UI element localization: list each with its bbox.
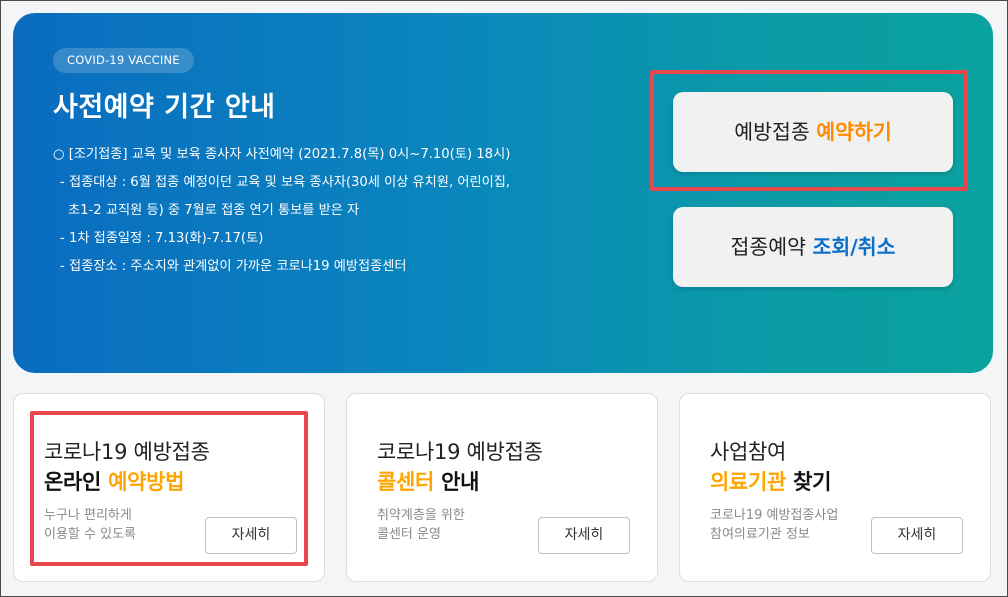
- lookup-cancel-button[interactable]: 접종예약 조회/취소: [673, 207, 953, 287]
- info-line: - 접종대상 : 6월 접종 예정이던 교육 및 보육 종사자(30세 이상 유…: [60, 175, 511, 190]
- card-title-text: 찾기: [786, 470, 832, 494]
- details-button[interactable]: 자세히: [538, 517, 630, 554]
- lookup-button-highlight: 조회/취소: [812, 235, 896, 259]
- page-title: 사전예약 기간 안내: [53, 92, 276, 123]
- online-reservation-highlight-box: [30, 411, 308, 566]
- card-title-line1: 코로나19 예방접종: [377, 440, 543, 464]
- card-description-line: 참여의료기관 정보: [710, 527, 810, 542]
- card-description: 코로나19 예방접종사업 참여의료기관 정보: [710, 506, 838, 544]
- details-button[interactable]: 자세히: [871, 517, 963, 554]
- info-line: ○ [조기접종] 교육 및 보육 종사자 사전예약 (2021.7.8(목) 0…: [53, 147, 511, 162]
- card-description-line: 콜센터 운영: [377, 527, 441, 542]
- card-description: 취약계층을 위한 콜센터 운영: [377, 506, 465, 544]
- info-line: - 1차 접종일정 : 7.13(화)-7.17(토): [60, 231, 264, 246]
- card-title-line2: 콜센터 안내: [377, 466, 479, 496]
- card-title-line1: 사업참여: [710, 440, 787, 464]
- reservation-info: ○ [조기접종] 교육 및 보육 종사자 사전예약 (2021.7.8(목) 0…: [53, 141, 573, 281]
- card-title-accent: 콜센터: [377, 470, 435, 494]
- find-clinic-card[interactable]: 사업참여 의료기관 찾기 코로나19 예방접종사업 참여의료기관 정보 자세히: [679, 393, 991, 582]
- card-title-line2: 의료기관 찾기: [710, 466, 831, 496]
- card-title-accent: 의료기관: [710, 470, 787, 494]
- call-center-card[interactable]: 코로나19 예방접종 콜센터 안내 취약계층을 위한 콜센터 운영 자세히: [346, 393, 658, 582]
- hero-banner: COVID-19 VACCINE 사전예약 기간 안내 ○ [조기접종] 교육 …: [13, 13, 993, 373]
- card-description-line: 취약계층을 위한: [377, 508, 465, 523]
- reserve-highlight-box: [650, 70, 968, 191]
- vaccine-badge: COVID-19 VACCINE: [53, 48, 194, 73]
- info-line: - 접종장소 : 주소지와 관계없이 가까운 코로나19 예방접종센터: [60, 259, 407, 274]
- lookup-button-prefix: 접종예약: [730, 235, 806, 259]
- card-title-text: 안내: [434, 470, 480, 494]
- info-line: 초1-2 교직원 등) 중 7월로 접종 연기 통보를 받은 자: [68, 203, 360, 218]
- card-description-line: 코로나19 예방접종사업: [710, 508, 839, 523]
